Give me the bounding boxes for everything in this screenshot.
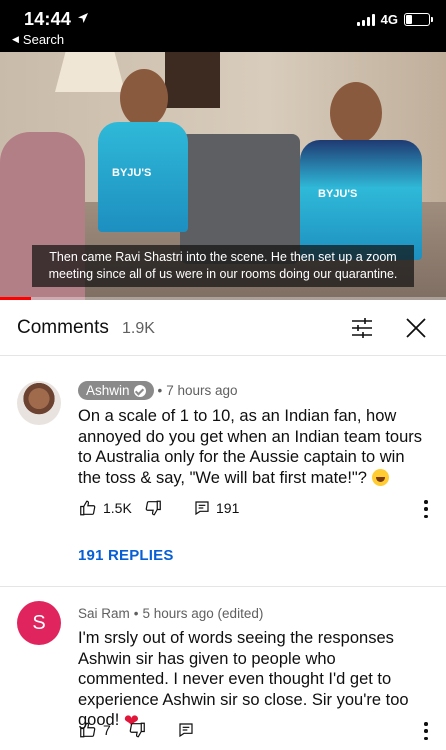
comment-time: 7 hours ago (166, 383, 238, 398)
comments-count: 1.9K (122, 320, 155, 337)
person-left-head (120, 69, 168, 127)
location-arrow-icon (78, 13, 88, 23)
person-right-head (330, 82, 382, 144)
comment-text: I'm srsly out of words seeing the respon… (78, 628, 430, 732)
back-triangle-icon: ◀ (12, 34, 19, 44)
person-right-jersey: BYJU'S (300, 140, 422, 260)
more-options-icon[interactable] (420, 500, 432, 518)
jersey-brand-right: BYJU'S (318, 188, 358, 200)
like-button[interactable]: 7 (78, 721, 128, 739)
video-player[interactable]: BYJU'S BYJU'S Then came Ravi Shastri int… (0, 52, 446, 300)
comment-text: On a scale of 1 to 10, as an Indian fan,… (78, 406, 430, 488)
verified-check-icon (133, 384, 146, 397)
close-icon[interactable] (404, 316, 428, 340)
comment-meta: Ashwin • 7 hours ago (78, 381, 238, 400)
battery-fill (406, 15, 412, 24)
status-indicators: 4G (356, 12, 433, 27)
thumbs-down-icon (145, 500, 161, 516)
comments-header: Comments 1.9K (0, 300, 446, 356)
more-options-icon[interactable] (420, 722, 432, 740)
comment-meta: Sai Ram • 5 hours ago (edited) (78, 606, 263, 621)
reply-button[interactable] (178, 722, 238, 738)
like-count: 7 (103, 722, 111, 738)
comment-item: S Sai Ram • 5 hours ago (edited) I'm srs… (0, 588, 446, 750)
person-left-jersey: BYJU'S (98, 122, 188, 232)
comment-time: 5 hours ago (edited) (142, 606, 264, 621)
thumbs-up-icon (80, 722, 96, 738)
avatar[interactable] (17, 381, 61, 425)
thumbs-up-icon (80, 500, 96, 516)
author-badge[interactable]: Ashwin (78, 381, 154, 400)
meta-separator: • (133, 606, 139, 621)
back-label: Search (22, 32, 65, 47)
reply-button[interactable]: 191 (194, 500, 254, 516)
like-button[interactable]: 1.5K (78, 499, 144, 517)
reply-comment-icon (195, 501, 209, 516)
signal-icon (356, 13, 375, 26)
jersey-brand-left: BYJU'S (112, 167, 152, 179)
back-to-search[interactable]: ◀ Search (12, 32, 64, 47)
comment-author[interactable]: Sai Ram (78, 606, 130, 621)
comment-text-content: On a scale of 1 to 10, as an Indian fan,… (78, 407, 422, 487)
reply-count: 191 (216, 500, 240, 516)
dislike-button[interactable] (128, 721, 178, 739)
video-caption: Then came Ravi Shastri into the scene. H… (32, 245, 414, 287)
status-bar: 14:44 ◀ Search 4G (0, 0, 446, 52)
avatar-letter: S (32, 611, 46, 634)
status-time: 14:44 (24, 9, 72, 29)
comment-author: Ashwin (86, 383, 130, 398)
reply-comment-icon (179, 723, 193, 738)
laughing-emoji-icon (371, 468, 389, 486)
thumbs-down-icon (129, 722, 145, 738)
view-replies-link[interactable]: 191 REPLIES (78, 547, 174, 564)
comment-actions: 7 (78, 721, 238, 739)
meta-separator: • (157, 383, 163, 398)
network-type: 4G (380, 12, 398, 27)
sort-filter-icon[interactable] (350, 316, 374, 340)
comments-title: Comments (17, 317, 109, 338)
comment-actions: 1.5K 191 (78, 499, 254, 517)
battery-icon (404, 13, 433, 26)
dislike-button[interactable] (144, 499, 194, 517)
like-count: 1.5K (103, 500, 132, 516)
avatar[interactable]: S (17, 601, 61, 645)
comment-item: Ashwin • 7 hours ago On a scale of 1 to … (0, 370, 446, 587)
